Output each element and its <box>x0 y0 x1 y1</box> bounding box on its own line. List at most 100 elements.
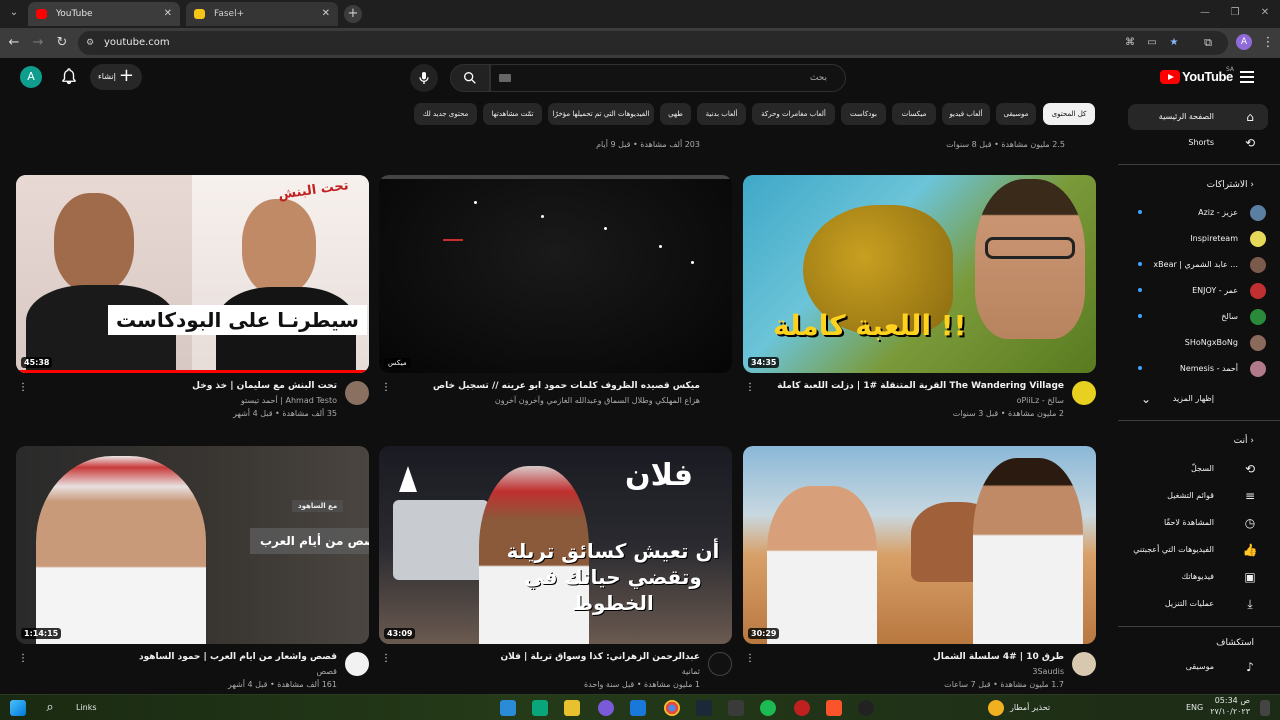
clock-time[interactable]: 05:34 ص <box>1210 696 1250 705</box>
restore-icon[interactable]: ❐ <box>1226 4 1244 22</box>
tab-search-button[interactable]: ⌄ <box>6 5 22 21</box>
more-options-icon[interactable]: ⋮ <box>18 381 28 395</box>
clock-date[interactable]: ٢٧/١٠/٢٠٢٣ <box>1206 707 1250 716</box>
channel-avatar[interactable] <box>708 652 732 676</box>
subscription-item[interactable]: xBear | عابد الشمري ... <box>1128 252 1270 278</box>
cast-icon[interactable]: ▭ <box>1146 37 1158 49</box>
reload-icon[interactable]: ↻ <box>54 35 70 51</box>
forward-icon[interactable]: → <box>30 35 46 51</box>
sidebar-item-watch-later[interactable]: المشاهدة لاحقًا ◷ <box>1128 510 1268 536</box>
notification-icon[interactable] <box>1260 700 1270 716</box>
address-bar[interactable]: ⚙ youtube.com ⌘ ▭ ★ <box>78 31 1228 55</box>
channel-name[interactable]: ثمانية <box>682 667 700 676</box>
discord-icon[interactable] <box>598 700 614 716</box>
steam-icon[interactable] <box>696 700 712 716</box>
subscription-item[interactable]: Nemesis - أحمد <box>1128 356 1270 382</box>
voice-search-button[interactable] <box>410 64 438 92</box>
subscription-item[interactable]: ENJOY - عمر <box>1128 278 1270 304</box>
video-thumbnail[interactable]: ميكس <box>379 175 732 373</box>
video-card[interactable]: ميكس ميكس قصيده الظروف كلمات حمود ابو عر… <box>379 175 732 425</box>
close-tab-icon[interactable]: ✕ <box>322 2 330 26</box>
video-thumbnail[interactable]: تحت البنش سيطرنـا على البودكاست 45:38 <box>16 175 369 373</box>
app-icon[interactable] <box>728 700 744 716</box>
back-icon[interactable]: ← <box>6 35 22 51</box>
sidebar-item-home[interactable]: الصفحة الرئيسية ⌂ <box>1128 104 1268 130</box>
create-button[interactable]: إنشاء + <box>90 64 142 90</box>
sidebar-item-music[interactable]: موسيقى ♪ <box>1128 654 1268 680</box>
video-card[interactable]: اللعبة كاملة !! 34:35 The Wandering Vill… <box>743 175 1096 425</box>
more-options-icon[interactable]: ⋮ <box>18 652 28 666</box>
channel-name[interactable]: قصص <box>316 667 337 676</box>
channel-name[interactable]: هزاع المهلكي وطلال السماق وعبدالله الغاز… <box>495 396 700 405</box>
close-tab-icon[interactable]: ✕ <box>164 2 172 26</box>
channel-avatar[interactable] <box>1072 381 1096 405</box>
channel-name[interactable]: 3Saudis <box>1032 667 1064 676</box>
brave-icon[interactable] <box>826 700 842 716</box>
show-more-button[interactable]: إظهار المزيد ⌄ <box>1128 386 1268 412</box>
video-title[interactable]: عبدالرحمن الزهراني: كذا وسواق تريلة | فل… <box>410 652 701 662</box>
chip-music[interactable]: موسيقى <box>996 103 1036 125</box>
channel-avatar[interactable] <box>345 652 369 676</box>
chip-action-adventure[interactable]: ألعاب مغامرات وحركة <box>752 103 835 125</box>
extensions-icon[interactable]: ⧉ <box>1200 35 1216 51</box>
edge-icon[interactable] <box>532 700 548 716</box>
sidebar-item-downloads[interactable]: عمليات التنزيل ⤓ <box>1128 591 1268 617</box>
video-thumbnail[interactable]: مع الساهود قصص من أيام العرب 1:14:15 <box>16 446 369 644</box>
subscription-item[interactable]: SHoNgxBoNg <box>1128 330 1270 356</box>
start-icon[interactable] <box>10 700 26 716</box>
video-thumbnail[interactable]: فلان أن تعيش كسائق تريلة وتقضي حياتك في … <box>379 446 732 644</box>
more-options-icon[interactable]: ⋮ <box>745 381 755 395</box>
new-tab-button[interactable]: + <box>344 5 362 23</box>
search-icon[interactable]: ⌕ <box>42 700 58 716</box>
chip-mixes[interactable]: ميكسات <box>892 103 936 125</box>
chrome-icon[interactable] <box>664 700 680 716</box>
bookmark-star-icon[interactable]: ★ <box>1168 37 1180 49</box>
search-input[interactable]: بحث <box>490 64 846 92</box>
notifications-bell-icon[interactable] <box>60 67 78 85</box>
video-card[interactable]: 30:29 طرق 10 | #4 سلسلة الشمال 3Saudis 1… <box>743 446 1096 696</box>
search-button[interactable] <box>450 64 490 92</box>
more-options-icon[interactable]: ⋮ <box>381 652 391 666</box>
app-icon[interactable] <box>500 700 516 716</box>
browser-profile-avatar[interactable]: A <box>1236 34 1252 50</box>
sidebar-item-liked[interactable]: الفيديوهات التي أعجبتني 👍 <box>1128 537 1268 563</box>
close-window-icon[interactable]: ✕ <box>1256 4 1274 22</box>
youtube-logo[interactable]: YouTube SA <box>1160 66 1234 88</box>
video-thumbnail[interactable]: اللعبة كاملة !! 34:35 <box>743 175 1096 373</box>
chip-podcasts[interactable]: بودكاست <box>841 103 886 125</box>
keyboard-icon[interactable] <box>499 74 511 82</box>
you-heading[interactable]: أنت › <box>1234 436 1254 446</box>
sidebar-item-playlists[interactable]: قوائم التشغيل ≡ <box>1128 483 1268 509</box>
video-title[interactable]: تحت البنش مع سليمان | خذ وخل <box>47 381 337 391</box>
minimize-icon[interactable]: — <box>1196 4 1214 22</box>
more-options-icon[interactable]: ⋮ <box>381 381 391 395</box>
more-options-icon[interactable]: ⋮ <box>745 652 755 666</box>
weather-label[interactable]: تحذير أمطار <box>1010 703 1050 712</box>
sidebar-item-your-videos[interactable]: فيديوهاتك ▣ <box>1128 564 1268 590</box>
channel-name[interactable]: Ahmad Testo | أحمد تيستو <box>241 396 337 405</box>
chip-new-to-you[interactable]: محتوى جديد لك <box>414 103 477 125</box>
chip-recently-uploaded[interactable]: الفيديوهات التي تم تحميلها مؤخرًا <box>548 103 654 125</box>
video-card[interactable]: مع الساهود قصص من أيام العرب 1:14:15 قصص… <box>16 446 369 696</box>
chip-cooking[interactable]: طهي <box>660 103 691 125</box>
channel-name[interactable]: سالخ - oPiiLz <box>1017 396 1064 405</box>
channel-avatar[interactable] <box>1072 652 1096 676</box>
explorer-icon[interactable] <box>564 700 580 716</box>
subscription-item[interactable]: سالخ <box>1128 304 1270 330</box>
links-toolbar[interactable]: Links <box>76 703 97 712</box>
browser-tab-youtube[interactable]: YouTube ✕ <box>28 2 180 26</box>
chip-all[interactable]: كل المحتوى <box>1043 103 1095 125</box>
chip-watched[interactable]: تمّت مشاهدتها <box>483 103 542 125</box>
video-title[interactable]: قصص وأشعار من أيام العرب | حمود الساهود <box>47 652 337 662</box>
sidebar-item-shorts[interactable]: Shorts ⟲ <box>1128 130 1268 156</box>
account-avatar[interactable]: A <box>20 66 42 88</box>
outlook-icon[interactable] <box>630 700 646 716</box>
browser-menu-icon[interactable]: ⋮ <box>1260 35 1276 51</box>
subscription-item[interactable]: Aziz - عزيز <box>1128 200 1270 226</box>
browser-tab-fasel[interactable]: Fasel+ ✕ <box>186 2 338 26</box>
chip-video-games[interactable]: ألعاب فيديو <box>942 103 990 125</box>
subscriptions-heading[interactable]: الاشتراكات › <box>1207 180 1254 190</box>
app-icon[interactable] <box>858 700 874 716</box>
guide-menu-icon[interactable] <box>1240 71 1254 83</box>
chip-sports-games[interactable]: ألعاب بدنية <box>697 103 746 125</box>
